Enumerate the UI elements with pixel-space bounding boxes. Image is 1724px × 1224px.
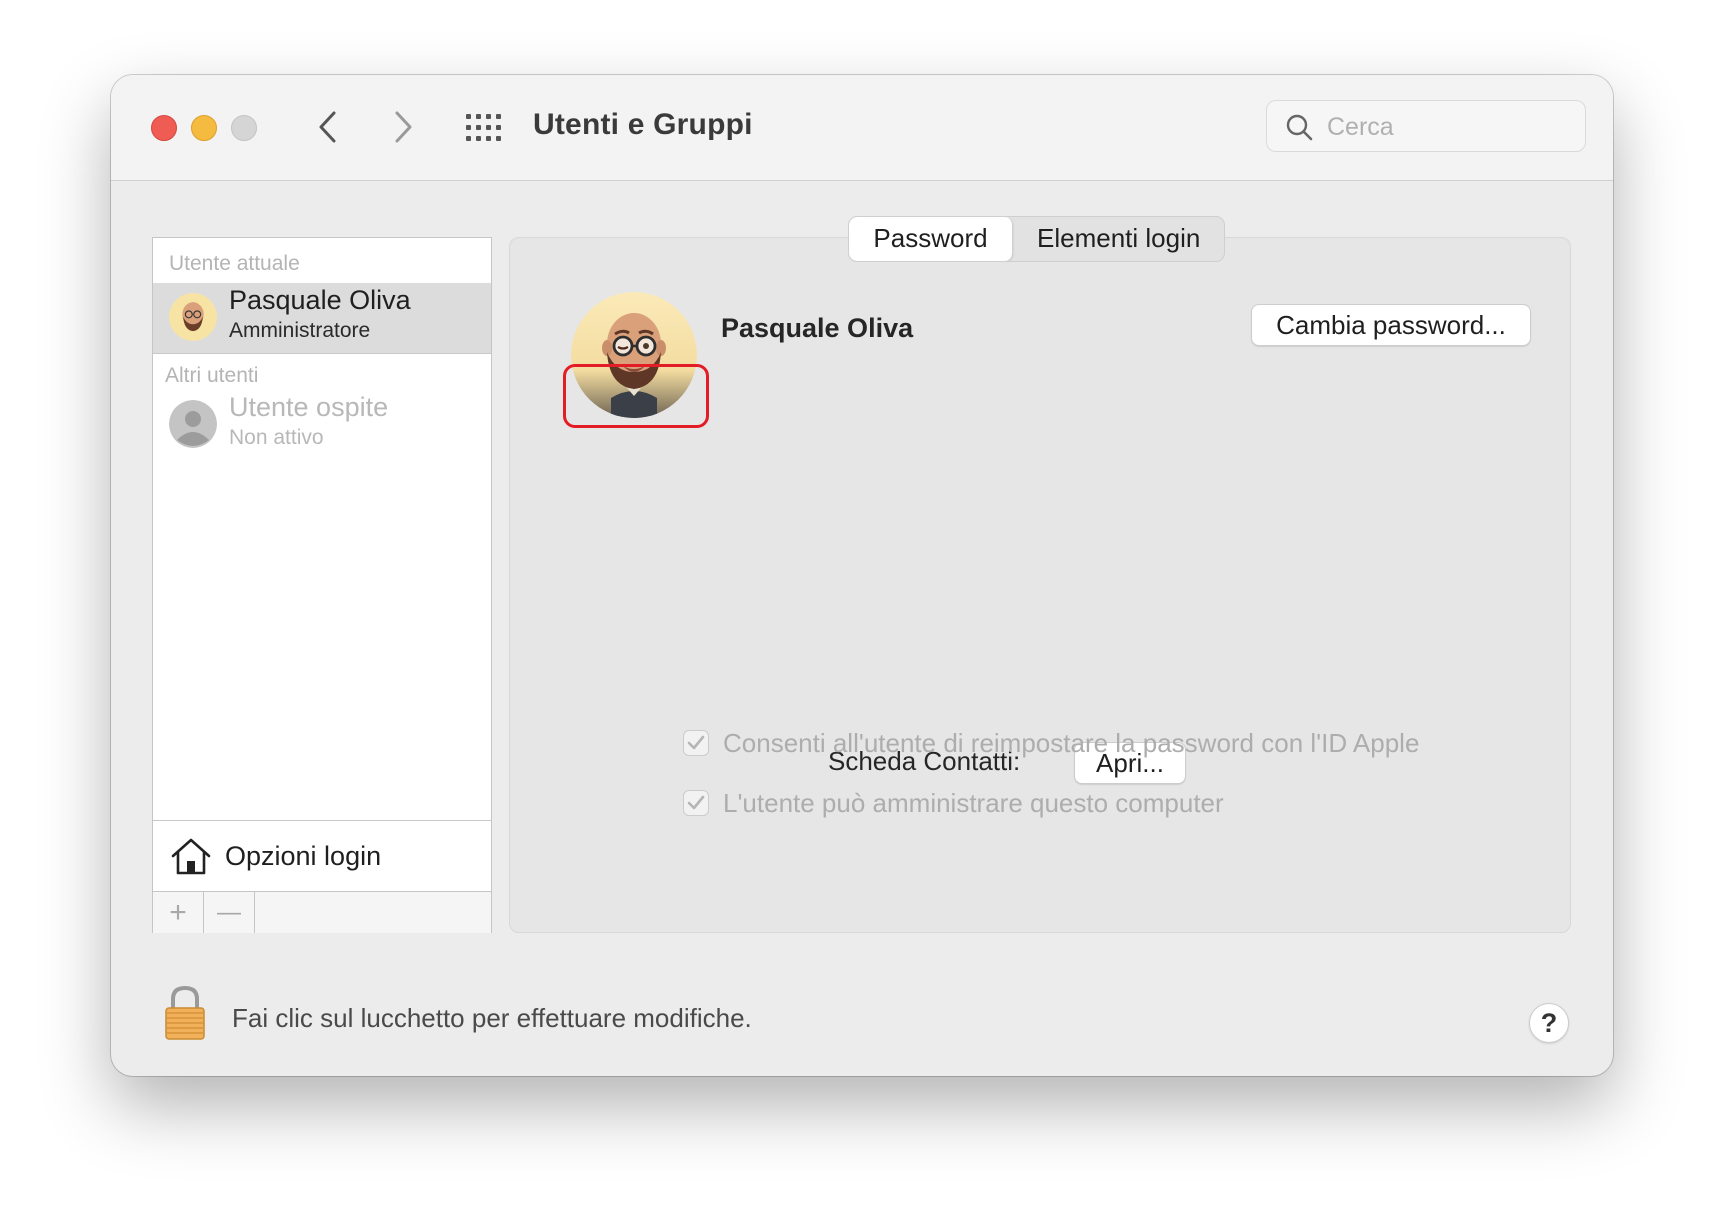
lock-hint-text: Fai clic sul lucchetto per effettuare mo… — [232, 1003, 752, 1033]
user-full-name: Pasquale Oliva — [721, 313, 914, 343]
allow-apple-id-reset-checkbox[interactable] — [683, 730, 709, 756]
tab-login-items[interactable]: Elementi login — [1013, 217, 1224, 261]
users-sidebar: Utente attuale Pasquale Oliva Amministra… — [152, 237, 492, 933]
login-options-item[interactable]: Opzioni login — [153, 821, 491, 891]
allow-admin-row: L'utente può amministrare questo compute… — [683, 787, 1224, 819]
chevron-right-icon — [395, 111, 412, 143]
house-icon — [171, 838, 211, 875]
user-role: Non attivo — [229, 426, 324, 449]
title-bar: Utenti e Gruppi — [111, 75, 1613, 181]
checkmark-icon — [687, 735, 705, 750]
search-field[interactable] — [1266, 100, 1586, 152]
user-name: Utente ospite — [229, 392, 389, 422]
other-users-section-header: Altri utenti — [165, 364, 259, 387]
show-all-button[interactable] — [461, 105, 507, 151]
show-all-grid-icon — [466, 114, 501, 141]
generic-user-icon — [169, 400, 217, 448]
user-name: Pasquale Oliva — [229, 285, 411, 315]
current-user-section-header: Utente attuale — [169, 252, 300, 275]
change-password-button[interactable]: Cambia password... — [1251, 304, 1531, 346]
user-row-guest[interactable]: Utente ospite Non attivo — [153, 390, 491, 460]
checkbox-label: L'utente può amministrare questo compute… — [723, 787, 1224, 818]
help-button[interactable]: ? — [1529, 1003, 1569, 1043]
checkmark-icon — [687, 795, 705, 810]
window-title: Utenti e Gruppi — [533, 108, 753, 141]
minimize-window-button[interactable] — [191, 115, 217, 141]
annotation-highlight — [563, 364, 709, 428]
lock-button[interactable] — [163, 985, 207, 1041]
sidebar-footer: + — — [153, 891, 491, 933]
allow-apple-id-reset-row: Consenti all'utente di reimpostare la pa… — [683, 727, 1419, 759]
search-icon — [1286, 114, 1313, 141]
memoji-avatar-icon — [169, 293, 217, 341]
padlock-icon — [165, 985, 205, 1040]
search-input[interactable] — [1325, 109, 1569, 145]
tab-bar: Password Elementi login — [848, 216, 1226, 262]
forward-button[interactable] — [381, 105, 425, 149]
allow-admin-checkbox[interactable] — [683, 790, 709, 816]
tab-password[interactable]: Password — [849, 217, 1013, 261]
back-button[interactable] — [306, 105, 350, 149]
login-options-label: Opzioni login — [225, 841, 382, 871]
chevron-left-icon — [319, 111, 336, 143]
divider — [153, 353, 491, 354]
remove-user-button[interactable]: — — [204, 892, 255, 933]
avatar — [169, 293, 217, 341]
user-row-current[interactable]: Pasquale Oliva Amministratore — [153, 283, 491, 353]
user-role: Amministratore — [229, 319, 371, 342]
zoom-window-button[interactable] — [231, 115, 257, 141]
guest-avatar — [169, 400, 217, 448]
add-user-button[interactable]: + — [153, 892, 204, 933]
checkbox-label: Consenti all'utente di reimpostare la pa… — [723, 727, 1420, 758]
close-window-button[interactable] — [151, 115, 177, 141]
preferences-window: Utenti e Gruppi Utente attuale Pasqua — [111, 75, 1613, 1076]
